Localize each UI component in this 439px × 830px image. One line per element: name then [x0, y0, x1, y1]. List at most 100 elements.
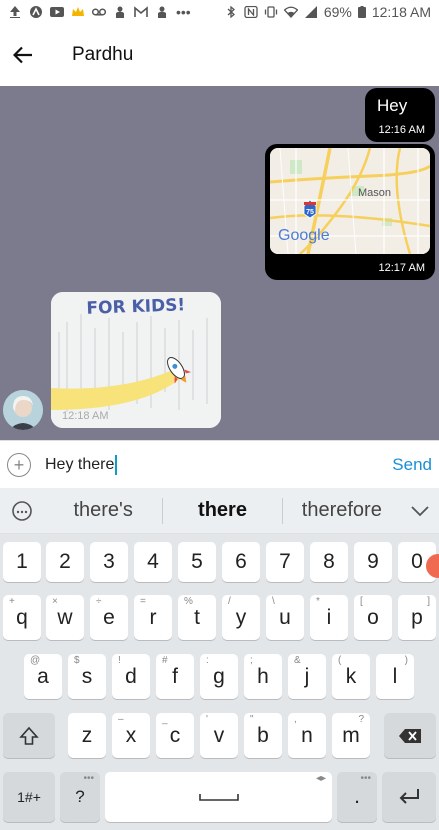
- key-5[interactable]: 5: [178, 542, 216, 582]
- key-3[interactable]: 3: [90, 542, 128, 582]
- key-d[interactable]: ! d: [112, 654, 150, 699]
- key-j[interactable]: & j: [288, 654, 326, 699]
- key-4[interactable]: 4: [134, 542, 172, 582]
- shift-key[interactable]: [3, 713, 55, 758]
- suggestion-item[interactable]: there: [163, 499, 281, 522]
- backspace-key[interactable]: [384, 713, 436, 758]
- key-hint: &: [294, 655, 301, 666]
- keyboard: 1 2 3 4 5 6 7 8 9 0 + q × w ÷ e = r % t / y \ u…: [0, 534, 439, 830]
- enter-key[interactable]: [382, 772, 436, 822]
- key-hint: [: [360, 596, 363, 607]
- key-label: w: [57, 605, 73, 629]
- key-label: i: [326, 605, 332, 629]
- message-time: 12:18 AM: [62, 410, 109, 422]
- key-f[interactable]: # f: [156, 654, 194, 699]
- space-key[interactable]: ◂▸: [105, 772, 332, 822]
- outgoing-map-message[interactable]: 75 Mason Google 12:17 AM: [265, 144, 435, 280]
- key-e[interactable]: ÷ e: [90, 595, 128, 640]
- key-7[interactable]: 7: [266, 542, 304, 582]
- crown-icon: [72, 7, 84, 16]
- key-s[interactable]: $ s: [68, 654, 106, 699]
- key-p[interactable]: ] p: [398, 595, 436, 640]
- battery-percent: 69%: [323, 4, 352, 20]
- suggestion-item[interactable]: therefore: [283, 499, 401, 522]
- text-cursor: [115, 454, 118, 475]
- suggestion-strip: there's there therefore: [0, 488, 439, 534]
- key-b[interactable]: " b: [244, 713, 282, 758]
- key-label: f: [172, 664, 178, 688]
- symbols-key[interactable]: 1#+: [3, 772, 55, 822]
- key-g[interactable]: :g: [200, 654, 238, 699]
- key-q[interactable]: + q: [3, 595, 41, 640]
- voicemail-icon: [92, 8, 106, 16]
- chat-area[interactable]: Hey 12:16 AM 75 Mason Google 12:17 AM FO…: [0, 86, 439, 440]
- key-h[interactable]: ; h: [244, 654, 282, 699]
- signal-icon: [304, 6, 317, 18]
- key-y[interactable]: / y: [222, 595, 260, 640]
- key-label: k: [345, 664, 357, 688]
- key-x[interactable]: – x: [112, 713, 150, 758]
- key-hint: $: [74, 655, 80, 666]
- back-button[interactable]: [0, 32, 46, 78]
- key-hint: *: [316, 596, 320, 607]
- emoji-icon: [12, 500, 32, 521]
- key-hint: ": [250, 714, 254, 725]
- key-hint: ': [206, 714, 208, 725]
- battery-icon: [357, 6, 366, 18]
- key-label: h: [257, 664, 269, 688]
- period-key[interactable]: ••• .: [337, 772, 377, 822]
- key-z[interactable]: z: [68, 713, 106, 758]
- attach-button[interactable]: +: [7, 452, 31, 477]
- key-hint: (: [338, 655, 342, 666]
- key-1[interactable]: 1: [3, 542, 41, 582]
- compose-bar: + Hey there Send: [0, 440, 439, 488]
- key-hint: ]: [427, 596, 430, 607]
- chevron-down-icon: [411, 505, 429, 516]
- message-input[interactable]: Hey there: [45, 453, 118, 477]
- key-label: g: [213, 664, 225, 688]
- question-key[interactable]: ••• ?: [60, 772, 100, 822]
- plus-icon: +: [13, 454, 25, 475]
- key-hint: ): [404, 655, 408, 666]
- key-r[interactable]: = r: [134, 595, 172, 640]
- key-l[interactable]: ) l: [376, 654, 414, 699]
- highway-shield-label: 75: [306, 209, 314, 216]
- key-k[interactable]: (k: [332, 654, 370, 699]
- key-m[interactable]: ? m: [332, 713, 370, 758]
- key-label: a: [37, 664, 49, 688]
- key-i[interactable]: * i: [310, 595, 348, 640]
- key-2[interactable]: 2: [46, 542, 84, 582]
- key-6[interactable]: 6: [222, 542, 260, 582]
- key-n[interactable]: ,n: [288, 713, 326, 758]
- key-9[interactable]: 9: [354, 542, 392, 582]
- key-o[interactable]: [o: [354, 595, 392, 640]
- suggestion-item[interactable]: there's: [44, 499, 162, 522]
- expand-suggestions-button[interactable]: [401, 488, 439, 534]
- incoming-sticker-message[interactable]: FOR KIDS! 12:18 AM: [51, 292, 221, 428]
- key-label: x: [125, 723, 137, 747]
- outgoing-message[interactable]: Hey 12:16 AM: [365, 88, 435, 142]
- key-t[interactable]: % t: [178, 595, 216, 640]
- key-8[interactable]: 8: [310, 542, 348, 582]
- youtube-icon: [50, 7, 64, 17]
- key-v[interactable]: ' v: [200, 713, 238, 758]
- key-a[interactable]: @ a: [24, 654, 62, 699]
- key-label: j: [304, 664, 310, 688]
- clock: 12:18 AM: [371, 4, 431, 20]
- space-icon: [198, 794, 239, 801]
- emoji-toggle-button[interactable]: [0, 488, 44, 534]
- key-c[interactable]: _ c: [156, 713, 194, 758]
- map-thumbnail[interactable]: 75 Mason Google: [270, 148, 430, 254]
- send-button[interactable]: Send: [392, 455, 432, 475]
- message-input-text: Hey there: [45, 455, 115, 473]
- key-label: l: [392, 664, 398, 688]
- avatar-image: [3, 390, 43, 430]
- key-hint: #: [162, 655, 168, 666]
- key-hint: ,: [294, 714, 297, 725]
- key-u[interactable]: \ u: [266, 595, 304, 640]
- key-label: m: [342, 723, 360, 747]
- app-bar: Pardhu: [0, 24, 439, 86]
- key-label: r: [149, 605, 157, 629]
- contact-avatar[interactable]: [3, 390, 43, 430]
- key-w[interactable]: × w: [46, 595, 84, 640]
